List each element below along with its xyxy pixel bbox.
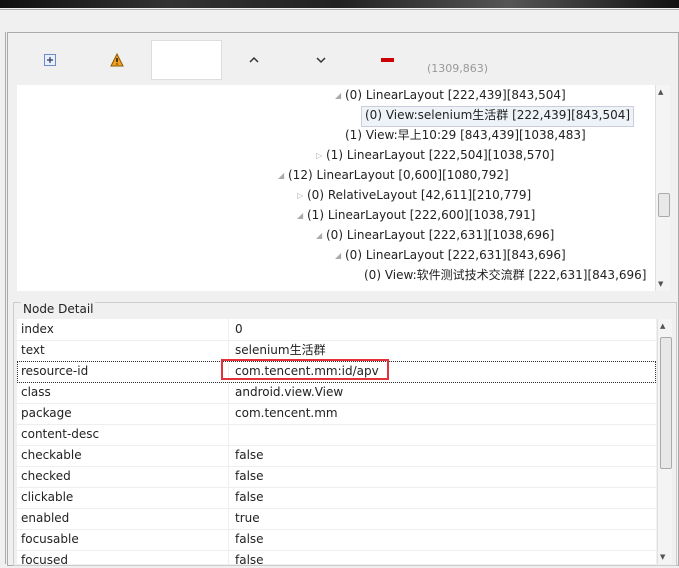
detail-row[interactable]: focused false [17,550,656,564]
collapse-toggle-icon[interactable]: ◢ [278,171,284,180]
scroll-thumb[interactable] [660,337,672,469]
column-divider [228,529,229,550]
divider [0,9,679,10]
property-value: android.view.View [235,385,344,399]
detail-row[interactable]: index 0 [17,319,656,341]
property-value: true [235,511,260,525]
property-value: false [235,532,264,546]
property-name: package [21,406,72,420]
remove-icon [381,58,394,62]
expand-all-icon [44,54,56,66]
column-divider [228,445,229,466]
column-divider [228,382,229,403]
column-divider [228,466,229,487]
scroll-down-icon[interactable]: ▼ [658,280,663,288]
property-name: checked [21,469,71,483]
column-divider [228,403,229,424]
detail-scrollbar[interactable]: ▲ ▼ [657,319,672,564]
collapse-toggle-icon[interactable]: ◢ [316,231,322,240]
column-divider [228,319,229,340]
property-value: false [235,553,264,564]
property-name: enabled [21,511,70,525]
tree-node[interactable]: (0) View:软件测试技术交流群 [222,631][843,696] [364,266,646,285]
detail-row[interactable]: enabled true [17,508,656,530]
detail-row[interactable]: checkable false [17,445,656,467]
property-value: 0 [235,322,243,336]
column-divider [228,487,229,508]
detail-row[interactable]: content-desc [17,424,656,446]
property-name: checkable [21,448,82,462]
warning-icon [110,53,124,67]
tree-node[interactable]: (0) LinearLayout [222,631][1038,696] [326,226,554,245]
node-detail-title: Node Detail [21,302,96,316]
property-name: focused [21,553,69,564]
property-value: com.tencent.mm [235,406,338,420]
collapse-toggle-icon[interactable]: ◢ [335,251,341,260]
node-detail-table: index 0 text selenium生活群 resource-id com.tenc… [17,319,656,564]
detail-row[interactable]: focusable false [17,529,656,551]
property-name: focusable [21,532,79,546]
tree-node[interactable]: (0) RelativeLayout [42,611][210,779] [307,186,531,205]
property-name: clickable [21,490,74,504]
property-value: false [235,469,264,483]
window-title-bar [0,0,679,8]
detail-row[interactable]: checked false [17,466,656,488]
hierarchy-tree[interactable]: ◢ (0) LinearLayout [222,439][843,504] (0) … [17,85,655,291]
detail-row[interactable]: clickable false [17,487,656,509]
tree-node[interactable]: (1) LinearLayout [222,600][1038,791] [307,206,535,225]
tree-node[interactable]: (0) LinearLayout [222,439][843,504] [345,86,566,105]
scroll-up-icon[interactable]: ▲ [658,88,663,96]
scroll-thumb[interactable] [658,193,670,217]
collapse-toggle-icon[interactable]: ◢ [297,211,303,220]
screenshot-thumbnail-field[interactable] [151,40,222,80]
property-value: false [235,490,264,504]
toggle-naf-button[interactable] [102,45,132,75]
property-value: selenium生活群 [235,343,326,357]
column-divider [228,508,229,529]
scroll-down-icon[interactable]: ▼ [660,553,665,561]
detail-row[interactable]: package com.tencent.mm [17,403,656,425]
column-divider [228,424,229,445]
property-name: content-desc [21,427,100,441]
tree-node[interactable]: (12) LinearLayout [0,600][1080,792] [288,166,509,185]
scroll-up-icon[interactable]: ▲ [660,322,665,330]
property-name: resource-id [21,364,89,378]
tree-node[interactable]: (1) LinearLayout [222,504][1038,570] [326,146,554,165]
next-button[interactable] [306,45,336,75]
highlight-box [221,359,389,380]
column-divider [228,550,229,564]
coordinates-readout: (1309,863) [427,62,489,75]
tree-scrollbar[interactable]: ▲ ▼ [655,85,670,291]
tree-node[interactable]: (0) LinearLayout [222,631][843,696] [345,246,566,265]
previous-button[interactable] [239,45,269,75]
expand-toggle-icon[interactable]: ▷ [297,191,303,200]
remove-button[interactable] [373,45,403,75]
expand-all-button[interactable] [35,45,65,75]
tree-node[interactable]: (1) View:早上10:29 [843,439][1038,483] [345,126,586,145]
property-value: false [235,448,264,462]
collapse-toggle-icon[interactable]: ◢ [335,91,341,100]
property-name: class [21,385,51,399]
property-name: index [21,322,54,336]
column-divider [228,340,229,361]
detail-row[interactable]: class android.view.View [17,382,656,404]
tree-node[interactable]: (0) View:selenium生活群 [222,439][843,504] [361,106,635,127]
property-name: text [21,343,45,357]
chevron-down-icon [316,57,326,64]
expand-toggle-icon[interactable]: ▷ [316,151,322,160]
left-pane-edge [0,32,6,564]
chevron-up-icon [249,56,259,63]
